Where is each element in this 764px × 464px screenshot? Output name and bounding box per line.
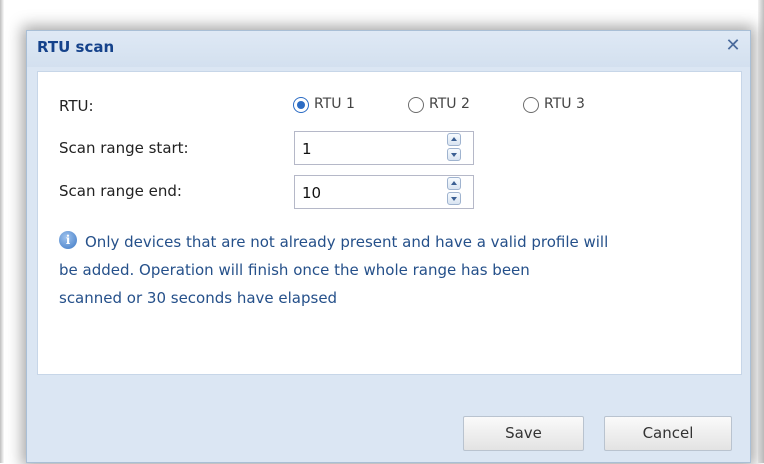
cancel-button[interactable]: Cancel xyxy=(604,416,732,451)
radio-circle-rtu-2[interactable] xyxy=(408,97,424,113)
dialog-title: RTU scan xyxy=(37,38,115,56)
info-icon: i xyxy=(59,231,77,249)
scan-range-start-stepper[interactable] xyxy=(438,130,472,166)
info-line-2: be added. Operation will finish once the… xyxy=(59,261,530,279)
dialog-titlebar: RTU scan ✕ xyxy=(27,31,750,67)
info-line-3: scanned or 30 seconds have elapsed xyxy=(59,289,338,307)
radio-label-rtu-1[interactable]: RTU 1 xyxy=(314,96,355,112)
info-line-1: Only devices that are not already presen… xyxy=(85,233,609,251)
save-button[interactable]: Save xyxy=(463,416,584,451)
radio-label-rtu-2[interactable]: RTU 2 xyxy=(429,96,470,112)
rtu-scan-dialog: RTU scan ✕ RTU: RTU 1 RTU 2 RTU 3 Scan r… xyxy=(26,30,751,463)
scan-range-start-value[interactable]: 1 xyxy=(302,140,312,158)
info-text: Only devices that are not already presen… xyxy=(59,228,739,312)
radio-circle-rtu-1[interactable] xyxy=(293,97,309,113)
chevron-up-icon[interactable] xyxy=(447,133,461,146)
close-icon[interactable]: ✕ xyxy=(724,37,742,55)
rtu-label: RTU: xyxy=(59,97,94,115)
chevron-down-icon[interactable] xyxy=(447,148,461,161)
chevron-down-icon[interactable] xyxy=(447,192,461,205)
left-shadow xyxy=(0,0,4,463)
radio-circle-rtu-3[interactable] xyxy=(523,97,539,113)
chevron-up-icon[interactable] xyxy=(447,177,461,190)
scan-range-end-stepper[interactable] xyxy=(438,174,472,210)
scan-range-end-value[interactable]: 10 xyxy=(302,184,321,202)
dialog-body: RTU: RTU 1 RTU 2 RTU 3 Scan range start:… xyxy=(37,71,742,375)
dialog-footer: Save Cancel xyxy=(27,379,750,464)
right-shadow xyxy=(758,0,764,463)
radio-label-rtu-3[interactable]: RTU 3 xyxy=(544,96,585,112)
scan-range-start-label: Scan range start: xyxy=(59,139,189,157)
scan-range-end-label: Scan range end: xyxy=(59,182,182,200)
